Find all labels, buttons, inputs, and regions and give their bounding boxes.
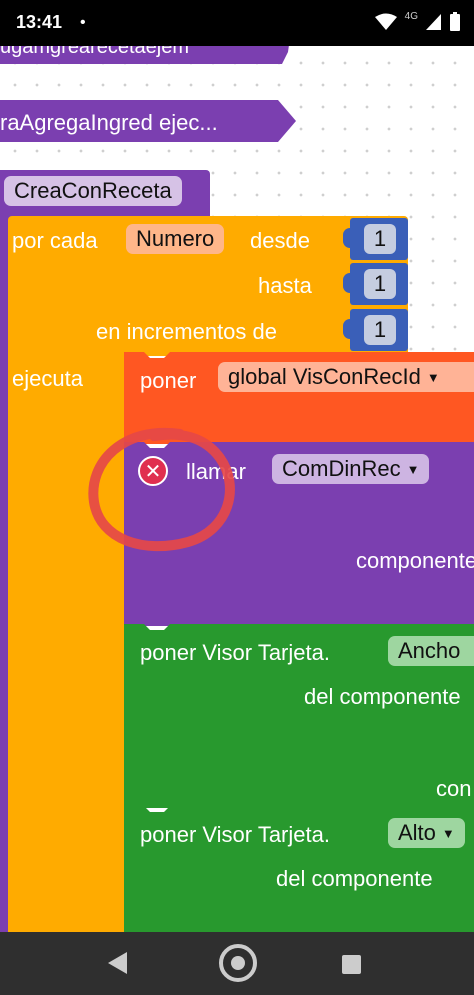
- status-time: 13:41: [16, 12, 63, 32]
- set-global-label: poner: [140, 368, 197, 393]
- step-label: en incrementos de: [96, 319, 277, 344]
- to-label: hasta: [258, 273, 312, 298]
- back-icon[interactable]: [108, 952, 127, 974]
- number-block-from[interactable]: 1: [343, 218, 408, 260]
- number-block-to[interactable]: 1: [343, 263, 408, 305]
- width-property-text: Ancho: [398, 638, 461, 663]
- annotation-circle: [88, 427, 235, 552]
- recents-icon[interactable]: [342, 955, 361, 974]
- signal-icon: [426, 13, 441, 30]
- height-component-label: del componente: [276, 866, 433, 891]
- call-block-top-label: ugamgrearecetaejem: [0, 46, 189, 58]
- set-height-label: poner Visor Tarjeta.: [140, 822, 330, 847]
- set-width-label: poner Visor Tarjeta.: [140, 640, 330, 665]
- do-label: ejecuta: [12, 366, 83, 391]
- number-block-step[interactable]: 1: [343, 309, 408, 351]
- status-icons: 4G: [374, 11, 460, 31]
- width-property-dropdown[interactable]: Ancho: [388, 636, 474, 666]
- from-label: desde: [250, 228, 310, 253]
- number-step-value[interactable]: 1: [364, 315, 396, 345]
- for-each-variable[interactable]: Numero: [126, 224, 225, 254]
- for-each-label: por cada: [12, 228, 98, 253]
- procedure-name-field[interactable]: CreaConReceta: [4, 176, 182, 206]
- procedure-dropdown-text: ComDinRec: [282, 456, 401, 481]
- wifi-icon: [374, 13, 397, 30]
- navigation-bar: [0, 932, 474, 995]
- width-component-label: del componente: [304, 684, 461, 709]
- number-from-value[interactable]: 1: [364, 224, 396, 254]
- height-property-text: Alto: [398, 820, 436, 845]
- chevron-down-icon: ▼: [441, 825, 455, 841]
- global-variable-dropdown[interactable]: global VisConRecId ▼: [218, 362, 474, 392]
- chevron-down-icon: ▼: [426, 369, 440, 385]
- status-bar: 13:41 • 4G: [0, 0, 474, 46]
- network-type: 4G: [404, 11, 418, 22]
- call-block-agrega-ingred-label: raAgregaIngred ejec...: [0, 110, 218, 135]
- global-variable-text: global VisConRecId: [228, 364, 421, 389]
- blocks-workspace[interactable]: ugamgrearecetaejem raAgregaIngred ejec..…: [0, 46, 474, 932]
- for-each-variable-text: Numero: [136, 226, 215, 251]
- height-property-dropdown[interactable]: Alto ▼: [388, 818, 465, 848]
- chevron-down-icon: ▼: [406, 461, 420, 477]
- procedure-dropdown[interactable]: ComDinRec ▼: [272, 454, 430, 484]
- procedure-name-text: CreaConReceta: [14, 178, 172, 203]
- home-icon[interactable]: [219, 944, 257, 982]
- width-partial-label: con: [436, 776, 472, 801]
- call-component-label: componente: [356, 548, 474, 573]
- battery-icon: [450, 12, 460, 31]
- notification-dot: •: [80, 14, 86, 31]
- number-to-value[interactable]: 1: [364, 269, 396, 299]
